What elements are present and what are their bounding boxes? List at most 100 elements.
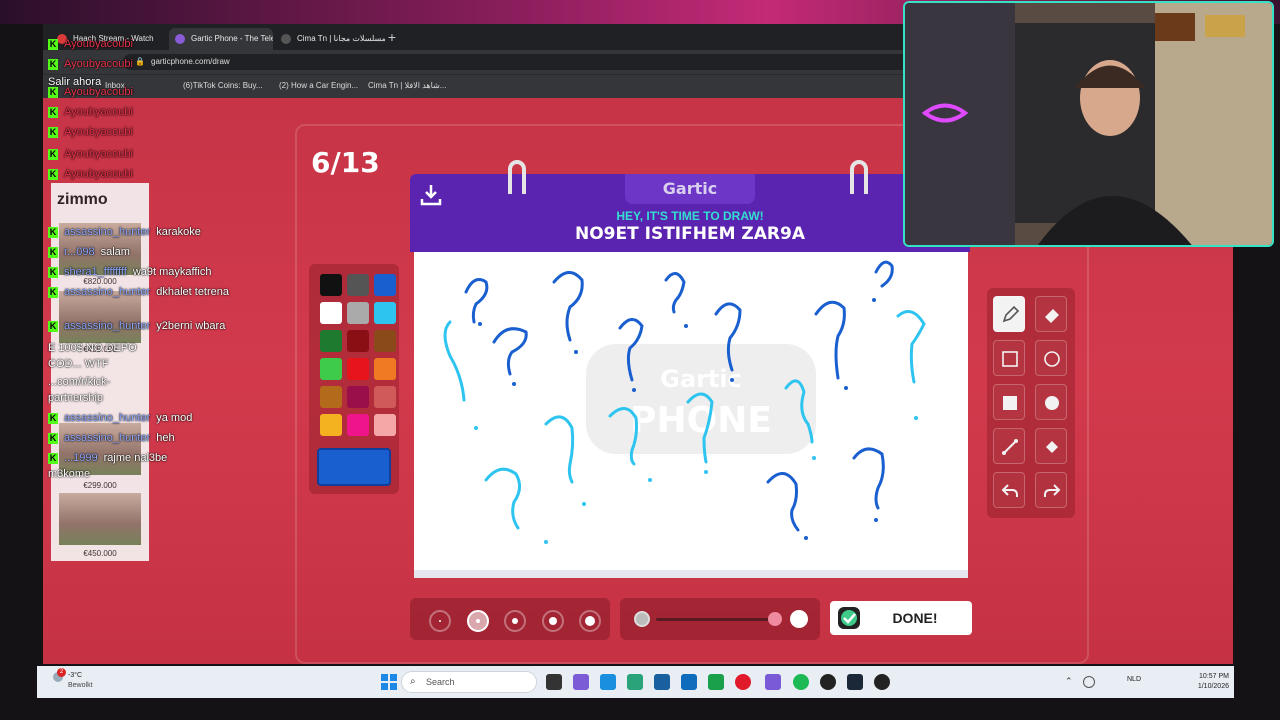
kick-badge-icon: K	[48, 86, 58, 98]
brush-size-2[interactable]	[467, 610, 489, 632]
drawing-canvas[interactable]: Gartic PHONE	[414, 252, 968, 578]
eraser-tool[interactable]	[1035, 296, 1067, 332]
chat-message: Kassassino_hunter ya mod	[48, 412, 192, 424]
chat-username[interactable]: Ayoubyacoubi	[64, 168, 133, 180]
color-swatch[interactable]	[347, 358, 369, 380]
obs-icon[interactable]	[820, 674, 836, 690]
brush-size-4[interactable]	[542, 610, 564, 632]
chat-username[interactable]: Ayoubyacoubi	[64, 86, 133, 98]
chat-message: ...com/r/kick-	[48, 376, 110, 388]
color-swatch[interactable]	[320, 274, 342, 296]
chat-username[interactable]: Ayoubyacoubi	[64, 106, 133, 118]
spotify-icon[interactable]	[793, 674, 809, 690]
color-swatch[interactable]	[320, 414, 342, 436]
bookmark-car-engine[interactable]: (2) How a Car Engin...	[279, 81, 358, 90]
color-swatch[interactable]	[320, 302, 342, 324]
chat-text: y2berni wbara	[156, 320, 226, 332]
line-icon	[1002, 439, 1018, 455]
download-icon[interactable]	[418, 182, 444, 208]
steam-icon[interactable]	[847, 674, 863, 690]
redo-button[interactable]	[1035, 472, 1067, 508]
task-view-icon[interactable]	[546, 674, 562, 690]
color-swatch[interactable]	[320, 358, 342, 380]
color-swatch[interactable]	[374, 302, 396, 324]
color-swatch[interactable]	[374, 358, 396, 380]
clock-date[interactable]: 1/10/2026	[1187, 683, 1229, 690]
chat-username[interactable]: r...098	[64, 246, 95, 258]
redo-icon	[1044, 484, 1061, 497]
language-indicator[interactable]: NLD	[1127, 676, 1141, 683]
color-swatch[interactable]	[320, 330, 342, 352]
brush-size-1[interactable]	[429, 610, 451, 632]
color-swatch[interactable]	[347, 414, 369, 436]
tab-label: Cima Tn | المسلسلات مجانا	[297, 34, 385, 43]
tool-panel	[987, 288, 1075, 518]
circle-filled-tool[interactable]	[1035, 384, 1067, 420]
brush-size-3[interactable]	[504, 610, 526, 632]
gartic-watermark: Gartic PHONE	[586, 344, 816, 454]
chat-username[interactable]: assassino_hunter	[64, 226, 150, 238]
copilot-icon[interactable]	[573, 674, 589, 690]
color-swatch[interactable]	[374, 330, 396, 352]
chat-username[interactable]: assassino_hunter	[64, 286, 150, 298]
opera-icon[interactable]	[735, 674, 751, 690]
chat-text: salam	[100, 246, 130, 258]
media-player-icon[interactable]	[874, 674, 890, 690]
chat-text: COD... WTF	[48, 358, 109, 370]
discord-icon[interactable]	[765, 674, 781, 690]
pen-tool[interactable]	[993, 296, 1025, 332]
color-swatch[interactable]	[347, 274, 369, 296]
taskbar-search[interactable]: ⌕ Search	[401, 671, 537, 693]
chat-username[interactable]: Ayoubyacoubi	[64, 38, 133, 50]
network-icon[interactable]	[1083, 676, 1095, 688]
terminal-icon[interactable]	[708, 674, 724, 690]
done-button[interactable]: DONE!	[830, 601, 972, 635]
color-swatch[interactable]	[374, 274, 396, 296]
store-icon[interactable]	[654, 674, 670, 690]
color-swatch[interactable]	[347, 330, 369, 352]
chat-message: Kshera1_ffffffff wa9t maykaffich	[48, 266, 211, 278]
new-tab-button[interactable]: +	[383, 28, 401, 46]
weather-badge: 2	[57, 668, 66, 677]
color-swatch[interactable]	[374, 386, 396, 408]
chat-username[interactable]: shera1_ffffffff	[64, 266, 127, 278]
chat-text: partnership	[48, 392, 104, 404]
undo-button[interactable]	[993, 472, 1025, 508]
clock-time[interactable]: 10:57 PM	[1187, 673, 1229, 680]
rectangle-filled-tool[interactable]	[993, 384, 1025, 420]
chat-username[interactable]: Ayoubyacoubi	[64, 148, 133, 160]
chat-username[interactable]: assassino_hunter	[64, 432, 150, 444]
webcam-overlay	[903, 1, 1274, 247]
check-icon	[838, 607, 860, 629]
prompt-phrase: NO9ET ISTIFHEM ZAR9A	[575, 224, 805, 244]
chrome-icon[interactable]	[627, 674, 643, 690]
chat-username[interactable]: ...1999	[64, 452, 98, 464]
chat-username[interactable]: assassino_hunter	[64, 320, 150, 332]
chat-text: karakoke	[156, 226, 201, 238]
weather-icon: 2	[51, 668, 66, 684]
windows-start-icon[interactable]	[381, 674, 397, 690]
chat-username[interactable]: Ayoubyacoubi	[64, 58, 133, 70]
chevron-up-icon[interactable]: ⌃	[1065, 676, 1073, 687]
fill-tool[interactable]	[1035, 428, 1067, 464]
opacity-handle[interactable]	[768, 612, 782, 626]
opacity-track	[656, 618, 778, 621]
outlook-icon[interactable]	[681, 674, 697, 690]
line-tool[interactable]	[993, 428, 1025, 464]
color-swatch[interactable]	[374, 414, 396, 436]
brush-size-5[interactable]	[579, 610, 601, 632]
opacity-slider[interactable]	[620, 598, 820, 640]
bookmark-cima[interactable]: Cima Tn | شاهد الافلا...	[368, 81, 446, 90]
color-swatch[interactable]	[347, 302, 369, 324]
chat-text: ...com/r/kick-	[48, 376, 111, 388]
color-swatch[interactable]	[320, 386, 342, 408]
chat-message: Kassassino_hunter heh	[48, 432, 175, 444]
weather-temp: -3°C	[68, 672, 83, 679]
rectangle-outline-tool[interactable]	[993, 340, 1025, 376]
edge-icon[interactable]	[600, 674, 616, 690]
chat-username[interactable]: assassino_hunter	[64, 412, 150, 424]
circle-outline-tool[interactable]	[1035, 340, 1067, 376]
tab-cima-tn[interactable]: Cima Tn | المسلسلات مجانا	[275, 28, 385, 50]
chat-username[interactable]: Ayoubyacoubi	[64, 126, 133, 138]
color-swatch[interactable]	[347, 386, 369, 408]
